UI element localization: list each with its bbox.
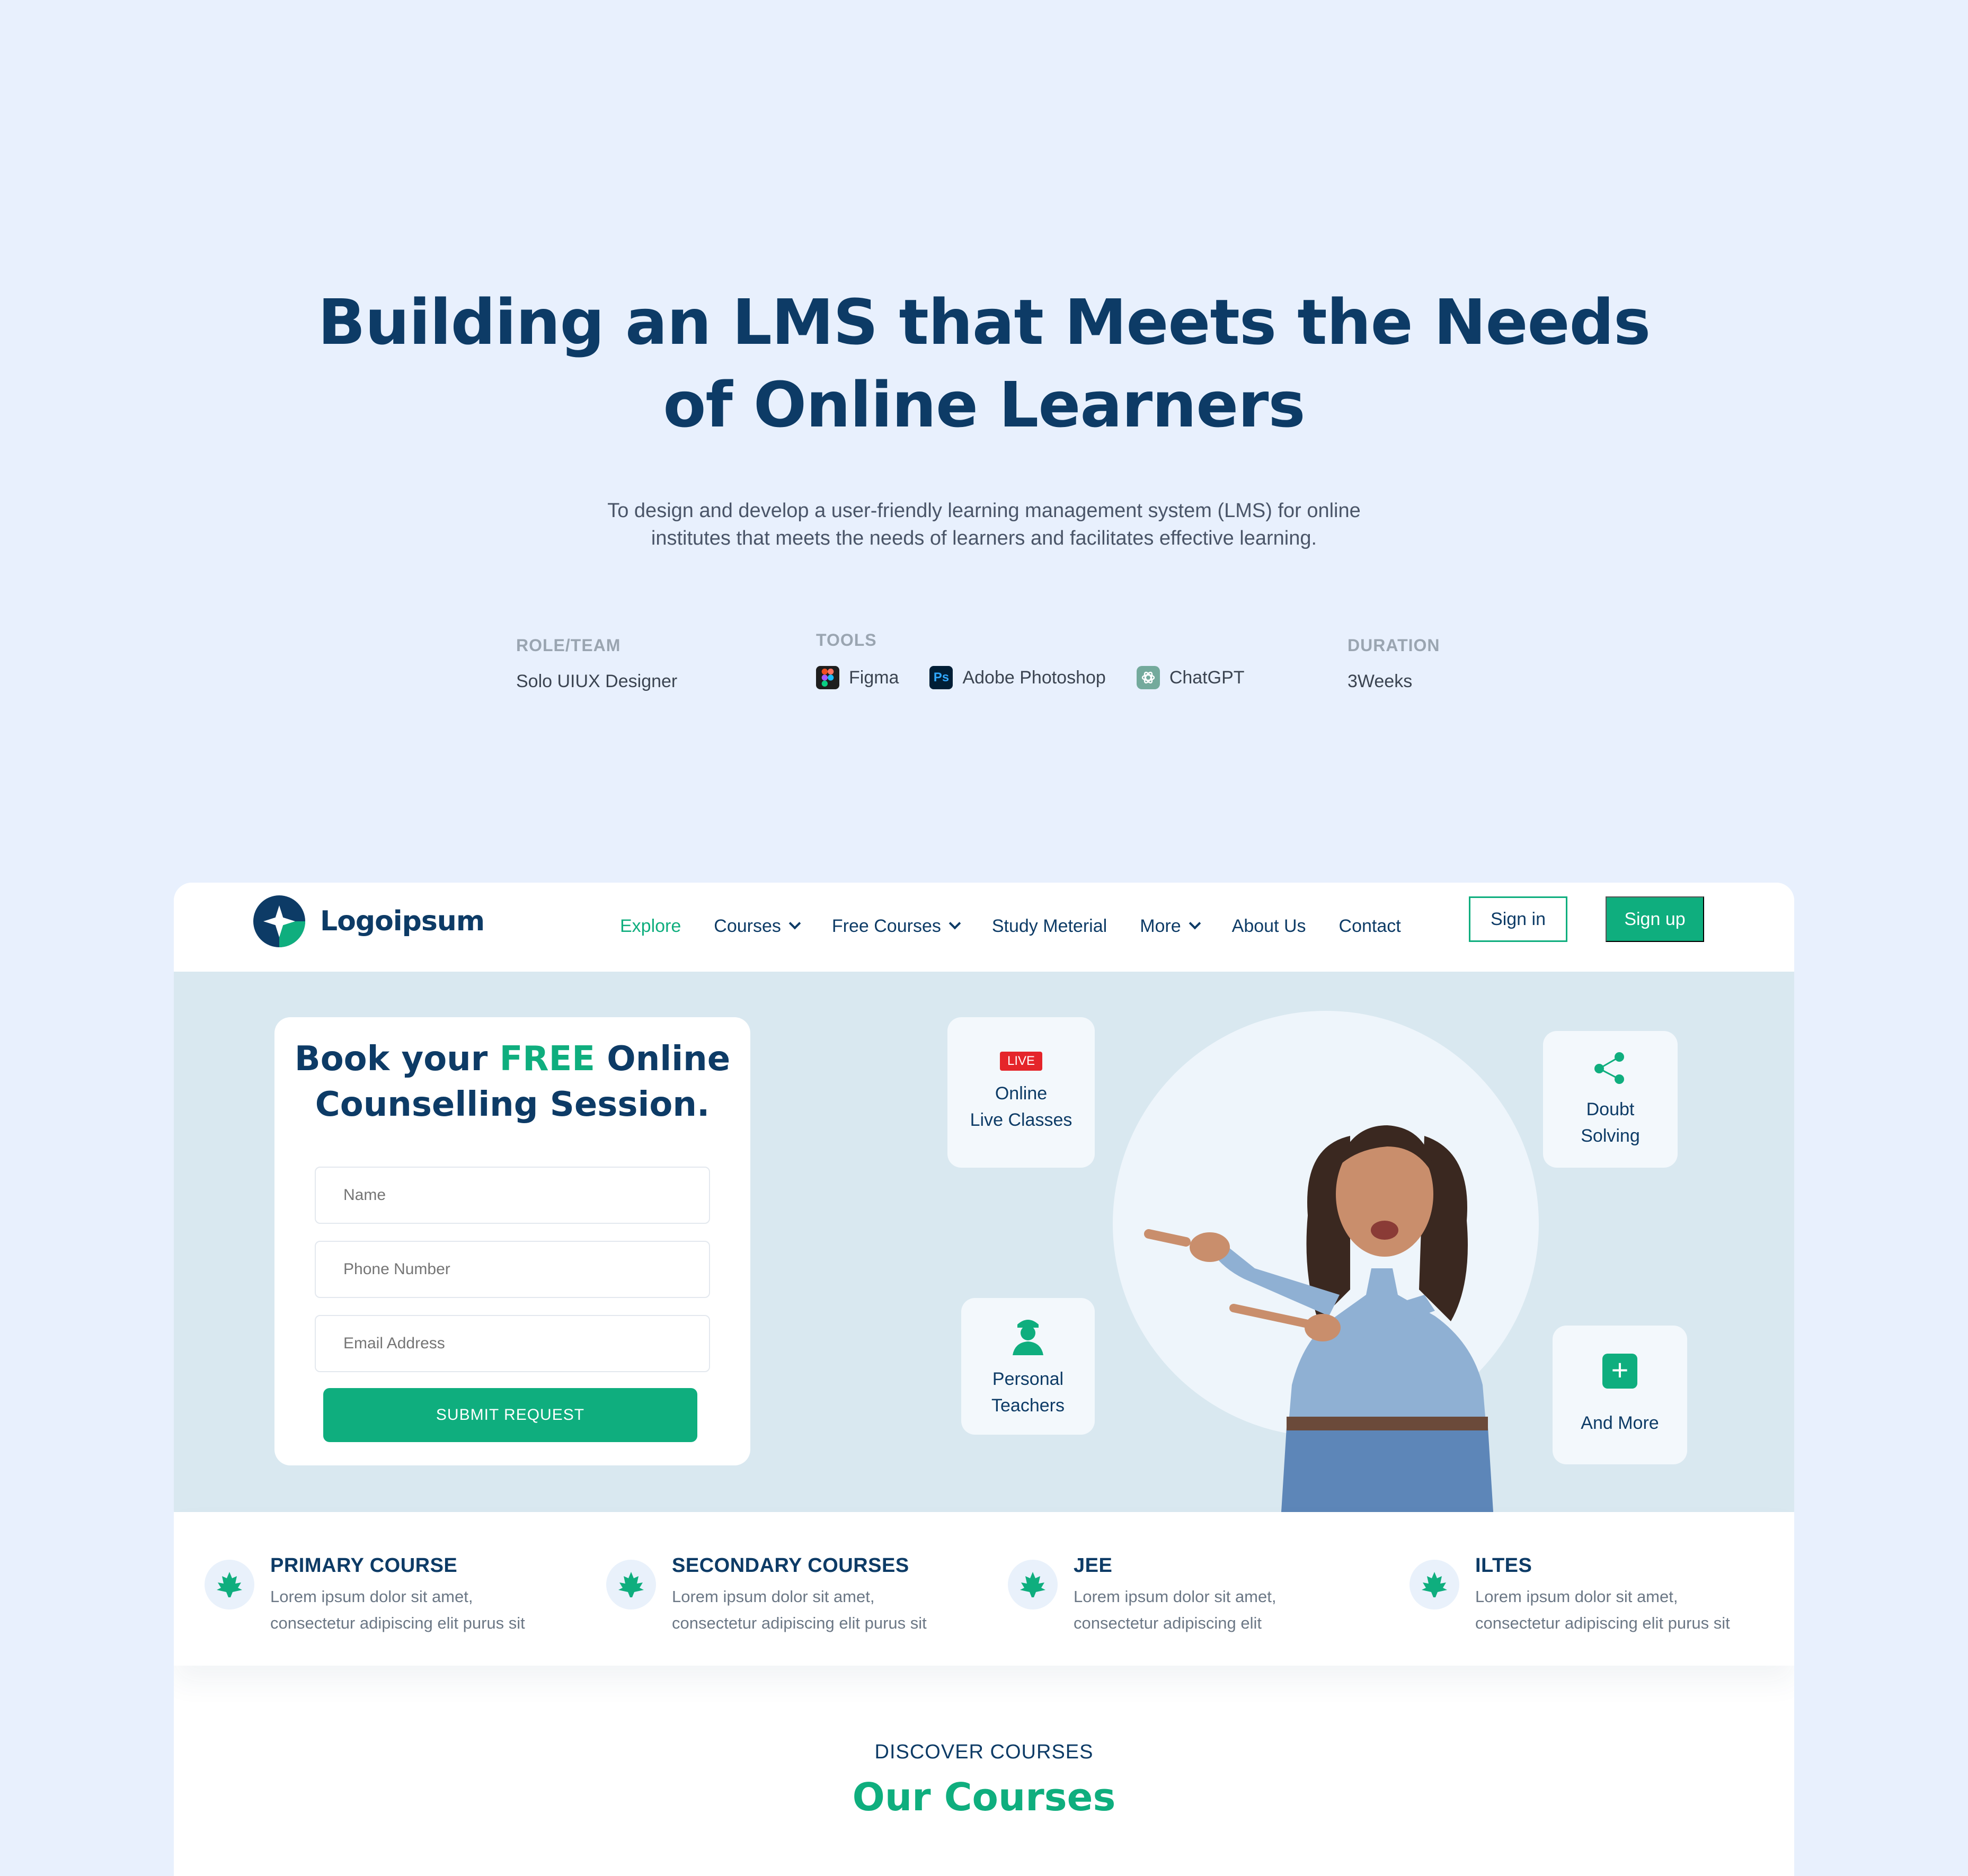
logo[interactable]: Logoipsum (253, 895, 485, 947)
nav-item-contact[interactable]: Contact (1339, 916, 1401, 937)
email-input[interactable] (315, 1315, 710, 1372)
name-input[interactable] (315, 1167, 710, 1224)
form-title-highlight: FREE (499, 1039, 595, 1079)
nav-item-label: Explore (620, 915, 681, 936)
nav-item-label: Study Meterial (991, 915, 1107, 936)
duration-block: DURATION 3Weeks (1348, 630, 1440, 692)
nav-item-label: More (1140, 915, 1181, 936)
maple-leaf-icon (1409, 1560, 1459, 1610)
logo-text: Logoipsum (320, 905, 485, 937)
nav-item-about-us[interactable]: About Us (1232, 916, 1306, 937)
feature-doubt-solving[interactable]: Doubt Solving (1543, 1031, 1678, 1168)
feature-personal-teachers[interactable]: Personal Teachers (961, 1298, 1095, 1435)
figma-icon (816, 666, 839, 689)
logo-mark-icon (253, 895, 305, 947)
page-subtitle-line2: institutes that meets the needs of learn… (651, 527, 1317, 549)
tool-chatgpt: ChatGPT (1136, 666, 1245, 689)
phone-input[interactable] (315, 1241, 710, 1298)
nav-menu: Explore Courses Free Courses Study Meter… (620, 905, 1434, 947)
feature-live-line1: Online (995, 1083, 1048, 1104)
form-title-line2: Counselling Session. (315, 1085, 710, 1124)
course-title: PRIMARY COURSE (270, 1554, 458, 1577)
nav-item-courses[interactable]: Courses (714, 915, 801, 937)
role-block: ROLE/TEAM Solo UIUX Designer (516, 630, 677, 692)
nav-item-more[interactable]: More (1140, 915, 1201, 937)
course-desc: Lorem ipsum dolor sit amet, consectetur a… (270, 1587, 525, 1632)
form-title-part2: Online (595, 1039, 731, 1079)
course-secondary[interactable]: SECONDARY COURSES Lorem ipsum dolor sit … (606, 1554, 927, 1637)
feature-live-classes[interactable]: LIVE Online Live Classes (947, 1017, 1095, 1168)
tool-chatgpt-label: ChatGPT (1169, 667, 1245, 688)
share-nodes-icon (1594, 1052, 1624, 1084)
duration-label: DURATION (1348, 636, 1440, 655)
course-categories: PRIMARY COURSE Lorem ipsum dolor sit ame… (174, 1512, 1794, 1666)
page-title-line2: of Online Learners (663, 368, 1305, 441)
form-title: Book your FREE Online Counselling Sessio… (274, 1036, 750, 1127)
nav-item-free-courses[interactable]: Free Courses (831, 915, 961, 937)
course-title: ILTES (1475, 1554, 1532, 1577)
feature-and-more[interactable]: + And More (1553, 1326, 1687, 1464)
photoshop-icon: Ps (929, 666, 953, 689)
teacher-icon (1013, 1320, 1043, 1355)
nav-item-label: Contact (1338, 915, 1401, 936)
feature-doubt-label: Doubt Solving (1581, 1096, 1640, 1149)
tools-block: TOOLS Figma Ps Adobe Photoshop ChatGPT (816, 630, 1275, 689)
feature-live-label: Online Live Classes (970, 1080, 1072, 1133)
nav-item-label: Courses (714, 915, 781, 936)
page-subtitle: To design and develop a user-friendly le… (562, 497, 1406, 552)
nav-item-explore[interactable]: Explore (620, 916, 681, 937)
maple-leaf-icon (1008, 1560, 1058, 1610)
plus-icon: + (1602, 1354, 1637, 1389)
counselling-form: Book your FREE Online Counselling Sessio… (274, 1017, 750, 1465)
duration-value: 3Weeks (1348, 671, 1413, 691)
role-value: Solo UIUX Designer (516, 671, 678, 691)
maple-leaf-icon (205, 1560, 254, 1610)
our-courses-title: Our Courses (852, 1775, 1116, 1819)
chevron-down-icon (948, 917, 961, 930)
nav-item-label: Free Courses (831, 915, 941, 936)
course-title: JEE (1074, 1554, 1113, 1577)
tool-figma-label: Figma (849, 667, 899, 688)
course-primary[interactable]: PRIMARY COURSE Lorem ipsum dolor sit ame… (205, 1554, 525, 1637)
page-title-line1: Building an LMS that Meets the Needs (317, 286, 1651, 359)
chatgpt-icon (1136, 666, 1160, 689)
discover-label: DISCOVER COURSES (874, 1741, 1094, 1763)
website-mockup: Logoipsum Explore Courses Free Courses S… (174, 883, 1794, 1876)
tool-photoshop: Ps Adobe Photoshop (929, 666, 1106, 689)
nav-item-label: About Us (1231, 915, 1306, 936)
course-iltes[interactable]: ILTES Lorem ipsum dolor sit amet, consect… (1409, 1554, 1730, 1637)
live-badge: LIVE (999, 1052, 1043, 1071)
form-title-part1: Book your (294, 1039, 500, 1079)
page-subtitle-line1: To design and develop a user-friendly le… (607, 500, 1361, 522)
feature-doubt-line1: Doubt (1586, 1099, 1635, 1119)
feature-teachers-label: Personal Teachers (991, 1366, 1065, 1419)
tools-list: Figma Ps Adobe Photoshop ChatGPT (816, 666, 1275, 689)
tool-photoshop-label: Adobe Photoshop (962, 667, 1106, 688)
feature-teachers-line1: Personal (992, 1369, 1064, 1389)
feature-live-line2: Live Classes (970, 1110, 1072, 1130)
hero-banner: Book your FREE Online Counselling Sessio… (174, 972, 1794, 1512)
tools-label: TOOLS (816, 630, 877, 650)
feature-teachers-line2: Teachers (991, 1395, 1065, 1416)
submit-request-button[interactable]: SUBMIT REQUEST (323, 1388, 697, 1442)
course-desc: Lorem ipsum dolor sit amet, consectetur a… (1074, 1587, 1276, 1632)
maple-leaf-icon (606, 1560, 656, 1610)
page-title: Building an LMS that Meets the Needs of … (0, 281, 1968, 446)
course-jee[interactable]: JEE Lorem ipsum dolor sit amet, consectet… (1008, 1554, 1276, 1637)
role-label: ROLE/TEAM (516, 636, 621, 655)
navbar: Logoipsum Explore Courses Free Courses S… (174, 883, 1794, 972)
chevron-down-icon (1189, 917, 1201, 930)
sign-in-button[interactable]: Sign in (1469, 896, 1567, 942)
course-desc: Lorem ipsum dolor sit amet, consectetur a… (672, 1587, 927, 1632)
tool-figma: Figma (816, 666, 899, 689)
nav-item-study-material[interactable]: Study Meterial (992, 916, 1107, 937)
chevron-down-icon (788, 917, 801, 930)
feature-more-label: And More (1581, 1413, 1659, 1433)
course-desc: Lorem ipsum dolor sit amet, consectetur a… (1475, 1587, 1730, 1632)
course-title: SECONDARY COURSES (672, 1554, 909, 1577)
feature-doubt-line2: Solving (1581, 1126, 1640, 1146)
sign-up-button[interactable]: Sign up (1606, 896, 1704, 942)
